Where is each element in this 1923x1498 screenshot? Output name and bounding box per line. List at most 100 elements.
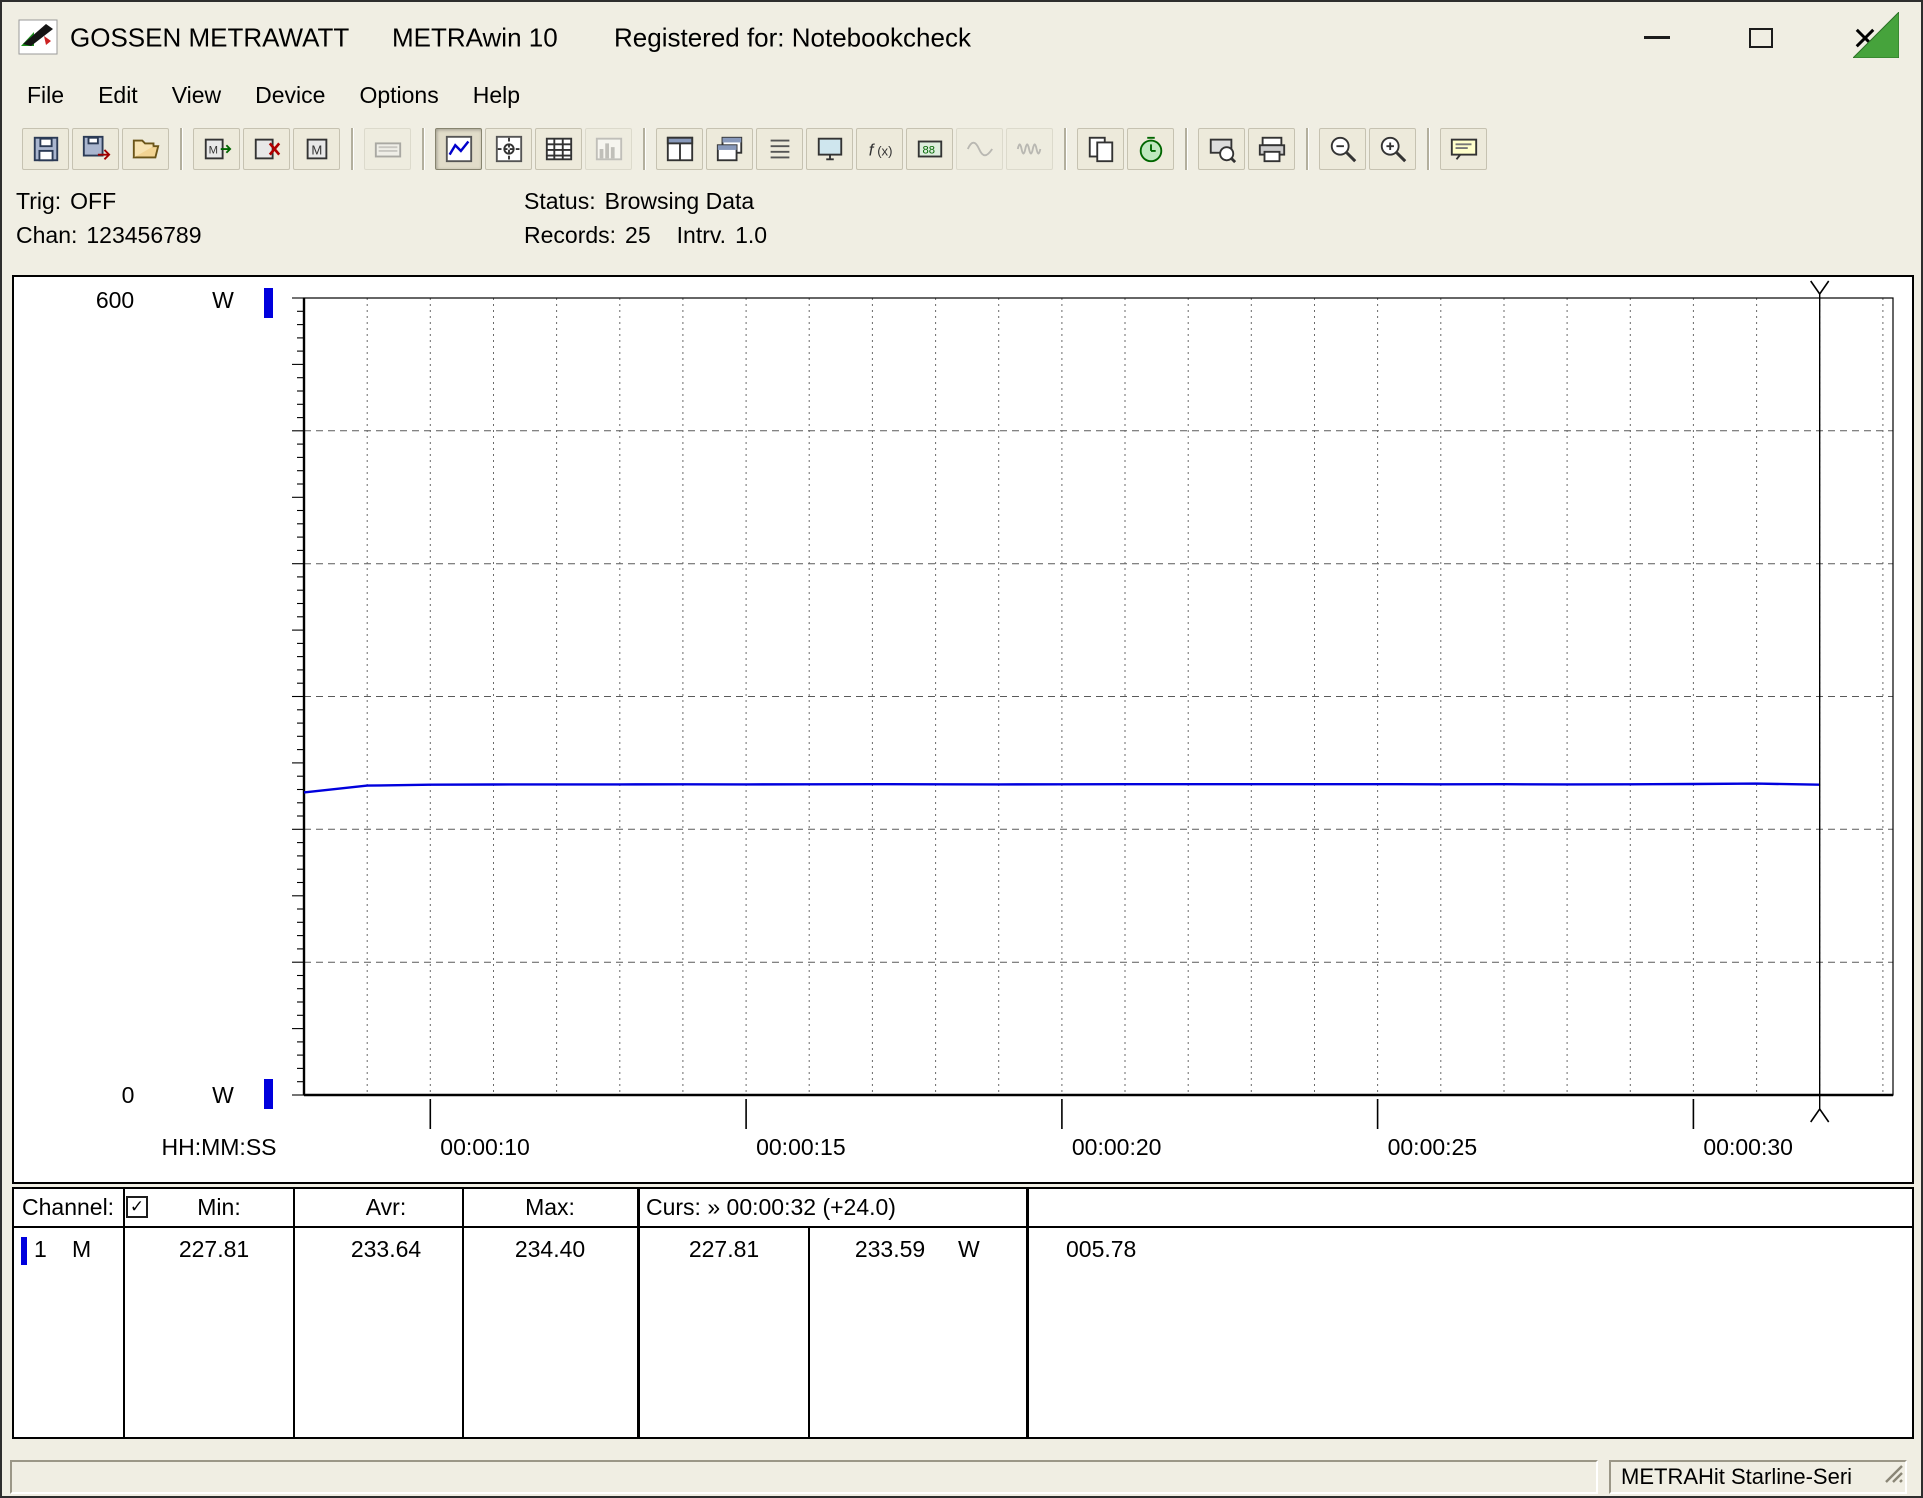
channel-color-marker xyxy=(21,1237,27,1265)
save-as-button[interactable] xyxy=(72,128,119,170)
toolbar-separator xyxy=(1064,128,1067,170)
svg-text:W: W xyxy=(212,287,234,313)
svg-text:0: 0 xyxy=(122,1082,135,1108)
timer-button[interactable] xyxy=(1127,128,1174,170)
menu-bar: FileEditViewDeviceOptionsHelp xyxy=(2,73,1921,118)
print-button[interactable] xyxy=(1248,128,1295,170)
zoom-in-button[interactable] xyxy=(1369,128,1416,170)
table-icon xyxy=(544,134,574,164)
copy-chart-button[interactable] xyxy=(1077,128,1124,170)
resize-grip-icon[interactable] xyxy=(1880,1460,1904,1491)
interval-label: Intrv. xyxy=(677,222,726,248)
records-status: Records:25Intrv.1.0 xyxy=(524,222,767,249)
yt-chart-view-button[interactable] xyxy=(435,128,482,170)
annotation-button[interactable] xyxy=(1440,128,1487,170)
wave-icon xyxy=(965,134,995,164)
col-header-max: Max: xyxy=(525,1194,575,1221)
device-name: METRAHit Starline-Seri xyxy=(1621,1464,1852,1489)
svg-text:00:00:30: 00:00:30 xyxy=(1703,1134,1793,1160)
printer-icon xyxy=(1257,134,1287,164)
lcd-display-button[interactable]: 88 xyxy=(906,128,953,170)
col-header-channel: Channel: xyxy=(22,1194,114,1221)
device-m-icon: M xyxy=(302,134,332,164)
channel-visibility-checkbox[interactable]: ✓ xyxy=(126,1196,148,1218)
max-value: 234.40 xyxy=(515,1236,585,1263)
svg-text:00:00:15: 00:00:15 xyxy=(756,1134,846,1160)
folder-open-icon xyxy=(131,134,161,164)
table-view-button[interactable] xyxy=(535,128,582,170)
toolbar-separator xyxy=(180,128,183,170)
menu-item-options[interactable]: Options xyxy=(342,77,455,114)
print-preview-button[interactable] xyxy=(1198,128,1245,170)
svg-text:600: 600 xyxy=(96,287,134,313)
svg-text:W: W xyxy=(212,1082,234,1108)
fx-icon: f(x) xyxy=(865,134,895,164)
window-split-icon xyxy=(665,134,695,164)
menu-item-file[interactable]: File xyxy=(10,77,81,114)
floppy-export-icon xyxy=(81,134,111,164)
status-value: Browsing Data xyxy=(605,188,755,214)
cursor-min-value: 227.81 xyxy=(689,1236,759,1263)
titlebar-registered: Registered for: Notebookcheck xyxy=(614,22,971,53)
col-header-min: Min: xyxy=(197,1194,240,1221)
device-clear-icon xyxy=(252,134,282,164)
trig-value: OFF xyxy=(70,188,116,214)
minimize-button[interactable] xyxy=(1605,2,1709,73)
save-button[interactable] xyxy=(22,128,69,170)
clear-device-memory-button[interactable] xyxy=(243,128,290,170)
maximize-button[interactable] xyxy=(1709,2,1813,73)
xy-view-button[interactable] xyxy=(485,128,532,170)
floppy-icon xyxy=(31,134,61,164)
svg-text:f: f xyxy=(868,141,875,160)
trig-label: Trig: xyxy=(16,188,61,214)
menu-item-edit[interactable]: Edit xyxy=(81,77,155,114)
cascade-window-button[interactable] xyxy=(706,128,753,170)
col-header-avr: Avr: xyxy=(366,1194,406,1221)
device-memory-button[interactable]: M xyxy=(293,128,340,170)
svg-text:00:00:25: 00:00:25 xyxy=(1388,1134,1478,1160)
window-cascade-icon xyxy=(715,134,745,164)
svg-text:88: 88 xyxy=(922,145,935,157)
read-from-device-button[interactable]: M xyxy=(193,128,240,170)
toolbar-separator xyxy=(351,128,354,170)
toolbar-separator xyxy=(643,128,646,170)
device-read-icon: M xyxy=(202,134,232,164)
open-button[interactable] xyxy=(122,128,169,170)
svg-text:(x): (x) xyxy=(877,144,892,159)
titlebar-app-name: METRAwin 10 xyxy=(392,22,558,53)
cursor-unit: W xyxy=(958,1236,980,1263)
display-icon: 88 xyxy=(915,134,945,164)
status-label: Status: xyxy=(524,188,596,214)
zoom-out-button[interactable] xyxy=(1319,128,1366,170)
power-chart[interactable]: 00:00:1000:00:1500:00:2000:00:2500:00:30… xyxy=(14,277,1912,1182)
svg-text:HH:MM:SS: HH:MM:SS xyxy=(162,1134,277,1160)
svg-text:M: M xyxy=(208,145,217,157)
zoom-in-icon xyxy=(1378,134,1408,164)
svg-text:M: M xyxy=(311,143,322,158)
minimize-icon xyxy=(1644,36,1670,39)
zoom-out-icon xyxy=(1328,134,1358,164)
toolbar-separator xyxy=(1185,128,1188,170)
menu-item-help[interactable]: Help xyxy=(456,77,537,114)
acquisition-status-panel: Trig: OFF Chan:123456789 Status: Browsing … xyxy=(2,180,1921,275)
channel-setup-button[interactable] xyxy=(756,128,803,170)
menu-item-view[interactable]: View xyxy=(155,77,238,114)
channel-mode: M xyxy=(72,1236,91,1263)
keyboard-icon xyxy=(373,134,403,164)
toolbar: M Mf(x) 88 xyxy=(2,118,1921,180)
monitor-button[interactable] xyxy=(806,128,853,170)
formula-button[interactable]: f(x) xyxy=(856,128,903,170)
channel-status: Chan:123456789 xyxy=(16,222,202,249)
numeric-display-button xyxy=(364,128,411,170)
svg-text:00:00:10: 00:00:10 xyxy=(440,1134,530,1160)
measurement-table: Channel: ✓ Min: Avr: Max: Curs: » 00:00:… xyxy=(12,1187,1914,1439)
maximize-icon xyxy=(1749,28,1773,48)
copy-icon xyxy=(1086,134,1116,164)
toolbar-separator xyxy=(1427,128,1430,170)
menu-item-device[interactable]: Device xyxy=(238,77,342,114)
browse-status: Status: Browsing Data xyxy=(524,188,754,215)
min-value: 227.81 xyxy=(179,1236,249,1263)
note-icon xyxy=(1449,134,1479,164)
app-logo-icon xyxy=(18,19,58,55)
split-window-button[interactable] xyxy=(656,128,703,170)
